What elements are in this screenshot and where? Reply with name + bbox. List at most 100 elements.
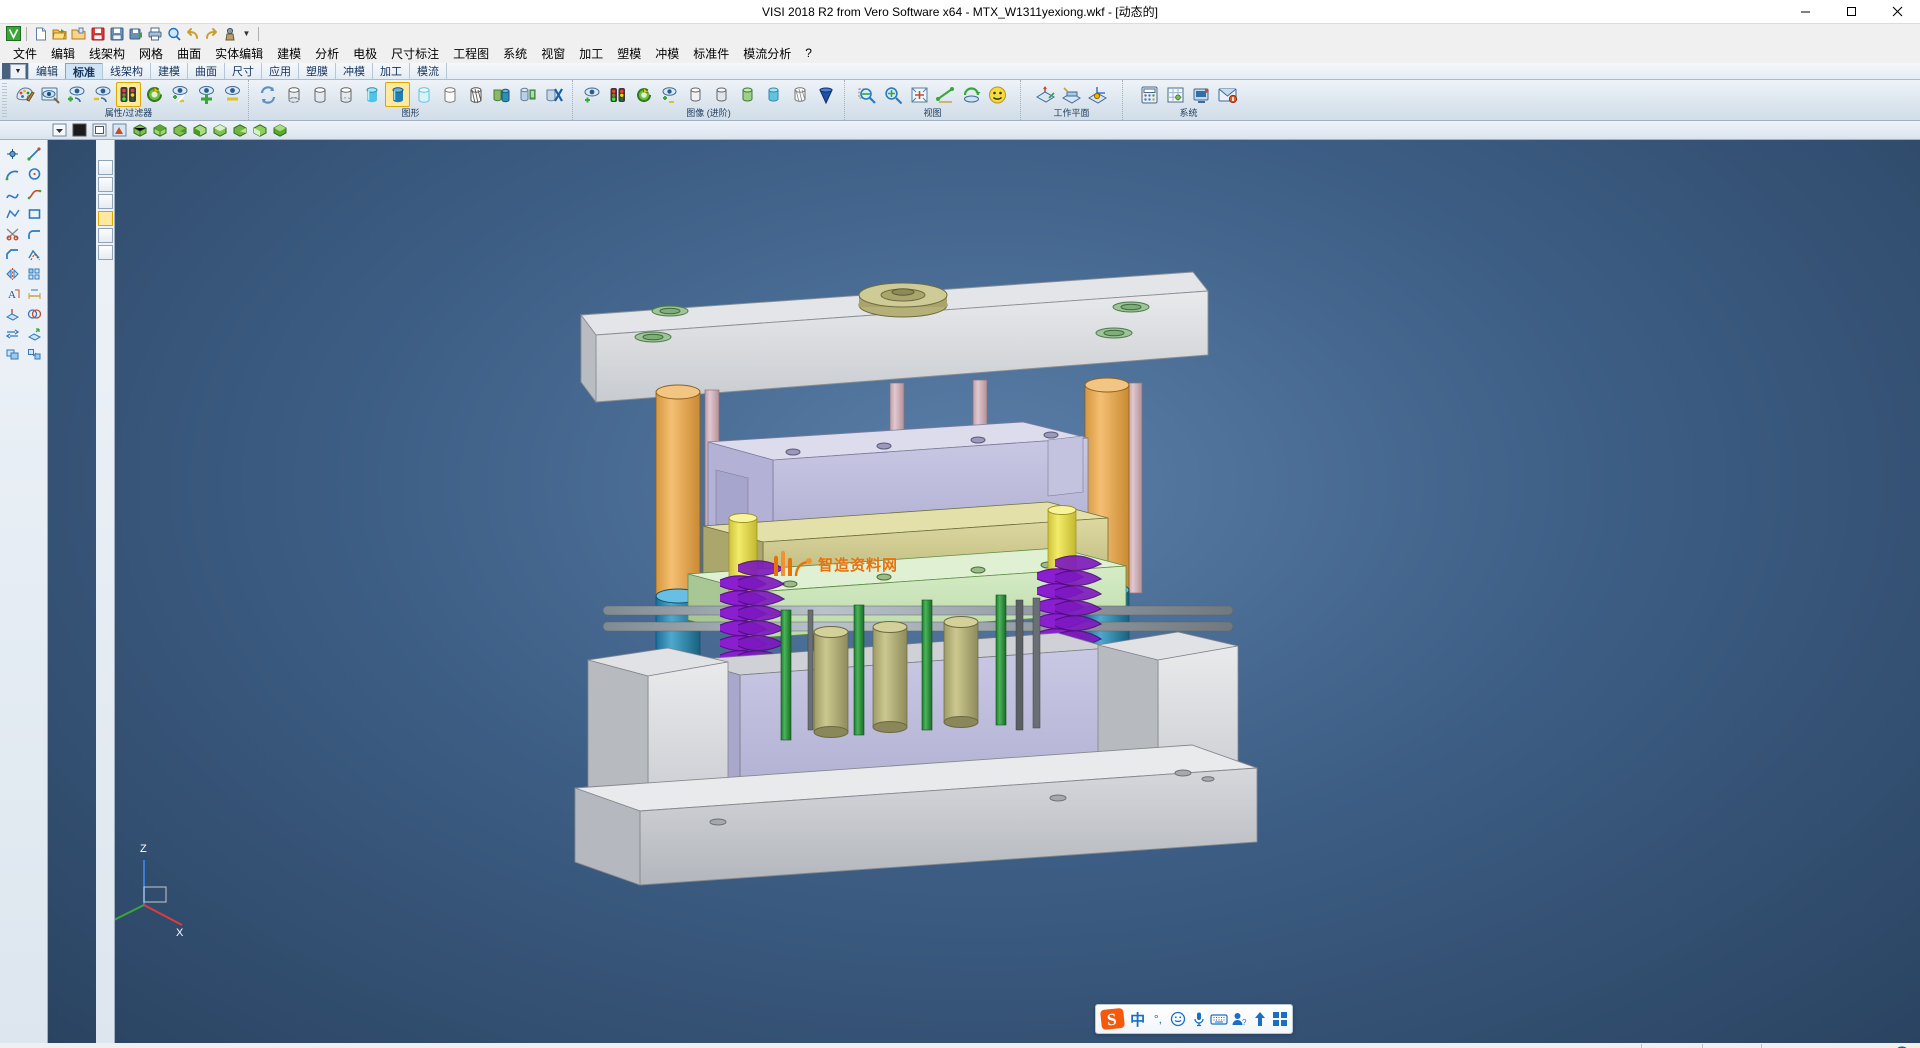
shade-clear-icon[interactable] — [541, 82, 566, 107]
wire-chamfer-icon[interactable] — [2, 244, 23, 263]
tab-standard[interactable]: 标准 — [65, 63, 103, 79]
shadow-icon[interactable] — [787, 82, 812, 107]
outline-view-icon[interactable] — [437, 82, 462, 107]
menu-item-file[interactable]: 文件 — [6, 43, 44, 64]
toggle-visibility-icon[interactable] — [168, 82, 193, 107]
material-cyl3-icon[interactable] — [735, 82, 760, 107]
ime-microphone-icon[interactable] — [1189, 1008, 1207, 1030]
refresh-view-icon[interactable] — [142, 82, 167, 107]
open-file-icon[interactable] — [50, 25, 69, 42]
undo-icon[interactable] — [183, 25, 202, 42]
view-iso7-icon[interactable] — [250, 122, 269, 139]
material-cyl4-icon[interactable] — [761, 82, 786, 107]
menu-item-solid-edit[interactable]: 实体编辑 — [208, 43, 270, 64]
wire-line-icon[interactable] — [24, 144, 45, 163]
export-icon[interactable] — [126, 25, 145, 42]
tab-wireframe[interactable]: 线架构 — [102, 63, 151, 79]
ime-punctuation-icon[interactable]: °, — [1149, 1008, 1167, 1030]
shaded-light-icon[interactable] — [359, 82, 384, 107]
wire-trim-icon[interactable] — [2, 224, 23, 243]
tab-surface[interactable]: 曲面 — [187, 63, 225, 79]
transparent-view-icon[interactable] — [411, 82, 436, 107]
open-recent-icon[interactable] — [69, 25, 88, 42]
view-shade-icon[interactable] — [70, 122, 89, 139]
view-iso3-icon[interactable] — [170, 122, 189, 139]
material-cyl-icon[interactable] — [683, 82, 708, 107]
panel-item-4-icon[interactable] — [98, 211, 113, 226]
viewport-3d[interactable]: Z X 智造资料网 — [48, 140, 1920, 1043]
print-icon[interactable] — [145, 25, 164, 42]
wire-circle-icon[interactable] — [24, 164, 45, 183]
minimize-button[interactable] — [1782, 0, 1828, 24]
wire-arc-icon[interactable] — [2, 164, 23, 183]
panel-item-5-icon[interactable] — [98, 228, 113, 243]
new-file-icon[interactable] — [31, 25, 50, 42]
save-as-icon[interactable] — [107, 25, 126, 42]
menu-item-mesh[interactable]: 网格 — [132, 43, 170, 64]
panel-item-3-icon[interactable] — [98, 194, 113, 209]
shade-edit-icon[interactable] — [515, 82, 540, 107]
menu-item-progress[interactable]: 冲模 — [648, 43, 686, 64]
wireframe-view-icon[interactable] — [281, 82, 306, 107]
wire-intersect-icon[interactable] — [24, 304, 45, 323]
view-hidden-icon[interactable] — [110, 122, 129, 139]
section-view-icon[interactable] — [463, 82, 488, 107]
menu-item-standard-parts[interactable]: 标准件 — [686, 43, 736, 64]
system-info-icon[interactable] — [1215, 82, 1240, 107]
redo-icon[interactable] — [202, 25, 221, 42]
workplane-align-icon[interactable] — [1059, 82, 1084, 107]
tab-progress[interactable]: 冲模 — [335, 63, 373, 79]
wire-convert-icon[interactable] — [2, 324, 23, 343]
menu-item-electrode[interactable]: 电极 — [346, 43, 384, 64]
ime-user-icon[interactable]: ? — [1230, 1008, 1248, 1030]
panel-item-6-icon[interactable] — [98, 245, 113, 260]
maximize-button[interactable] — [1828, 0, 1874, 24]
menu-item-system[interactable]: 系统 — [496, 43, 534, 64]
status-absolute-view[interactable]: 绝对视图 — [1641, 1044, 1702, 1048]
toggle-render-icon[interactable] — [657, 82, 682, 107]
tab-machining[interactable]: 加工 — [372, 63, 410, 79]
shade-multi-icon[interactable] — [489, 82, 514, 107]
shaded-view-icon[interactable] — [385, 82, 410, 107]
panel-item-2-icon[interactable] — [98, 177, 113, 192]
tab-edit[interactable]: 编辑 — [28, 63, 66, 79]
menu-item-surface[interactable]: 曲面 — [170, 43, 208, 64]
hide-entities-icon[interactable] — [90, 82, 115, 107]
close-button[interactable] — [1874, 0, 1920, 24]
ime-toolbar[interactable]: S 中 °, ? — [1095, 1004, 1293, 1034]
highlight-icon[interactable] — [813, 82, 838, 107]
dynamic-render-icon[interactable] — [579, 82, 604, 107]
workplane-origin-icon[interactable] — [1085, 82, 1110, 107]
wire-poly-icon[interactable] — [2, 204, 23, 223]
rotate-view-icon[interactable] — [959, 82, 984, 107]
hidden-line-dash-icon[interactable] — [333, 82, 358, 107]
traffic-light-filter-icon[interactable] — [116, 82, 141, 107]
color-palette-icon[interactable] — [12, 82, 37, 107]
sogou-logo-icon[interactable]: S — [1099, 1006, 1126, 1032]
add-visible-icon[interactable] — [194, 82, 219, 107]
toolbar-gripper-1[interactable] — [2, 83, 7, 117]
chevron-down-icon[interactable]: ▼ — [10, 64, 26, 79]
view-dropdown-icon[interactable] — [50, 122, 69, 139]
view-iso4-icon[interactable] — [190, 122, 209, 139]
menu-item-analysis[interactable]: 分析 — [308, 43, 346, 64]
regenerate-icon[interactable] — [255, 82, 280, 107]
wire-extract-icon[interactable] — [24, 324, 45, 343]
grid-settings-icon[interactable] — [1163, 82, 1188, 107]
wire-project-icon[interactable] — [2, 304, 23, 323]
wire-array-icon[interactable] — [24, 264, 45, 283]
measure-icon[interactable] — [933, 82, 958, 107]
menu-item-dimension[interactable]: 尺寸标注 — [384, 43, 446, 64]
tab-modeling[interactable]: 建模 — [150, 63, 188, 79]
overflow-chevron-icon[interactable]: ▼ — [240, 25, 253, 42]
panel-item-1-icon[interactable] — [98, 160, 113, 175]
wire-dim-icon[interactable] — [24, 284, 45, 303]
save-icon[interactable] — [88, 25, 107, 42]
menu-item-machining[interactable]: 加工 — [572, 43, 610, 64]
view-iso6-icon[interactable] — [230, 122, 249, 139]
tab-application[interactable]: 应用 — [261, 63, 299, 79]
wire-point-icon[interactable] — [2, 144, 23, 163]
remove-visible-icon[interactable] — [220, 82, 245, 107]
tab-mould[interactable]: 塑膜 — [298, 63, 336, 79]
material-cyl2-icon[interactable] — [709, 82, 734, 107]
